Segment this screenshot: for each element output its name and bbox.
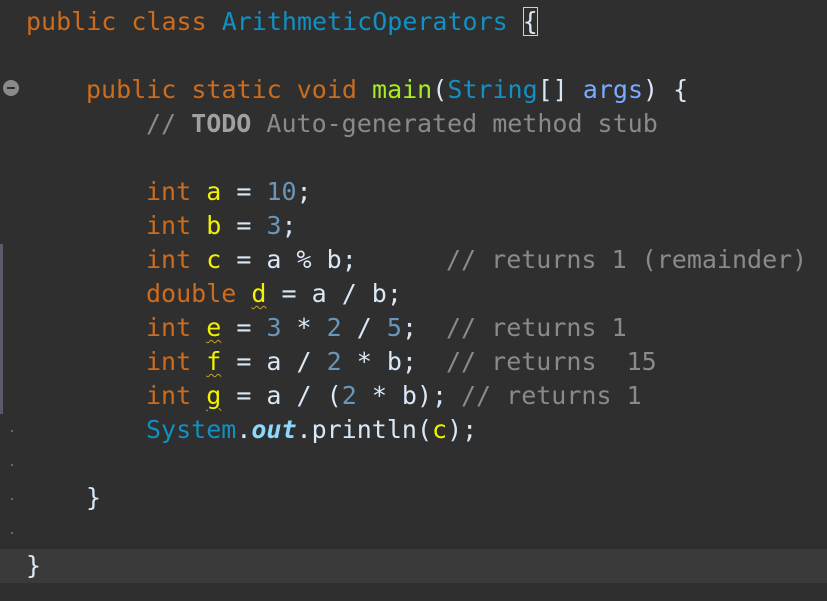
assign-op: =: [221, 177, 267, 206]
semicolon: ;: [281, 211, 297, 240]
open-brace-matched: {: [522, 7, 538, 36]
variable-b: b: [206, 211, 222, 240]
keyword-void: void: [296, 75, 357, 104]
inline-comment: // returns 15: [446, 347, 657, 376]
keyword-class: class: [131, 7, 207, 36]
close-paren-brace: ) {: [643, 75, 689, 104]
close-brace-class: }: [26, 551, 42, 580]
code-line-class-declaration[interactable]: public class ArithmeticOperators {: [0, 5, 827, 39]
keyword-public: public: [26, 7, 117, 36]
semicolon: ;: [296, 177, 312, 206]
code-line-close-method[interactable]: }: [0, 481, 827, 515]
code-line-decl-c[interactable]: int c = a % b; // returns 1 (remainder): [0, 243, 827, 277]
number-literal: 2: [326, 347, 342, 376]
class-system: System: [146, 415, 237, 444]
param-type-string: String: [447, 75, 538, 104]
variable-e-unused-warning[interactable]: e: [206, 313, 221, 342]
code-line-main-declaration[interactable]: public static void main(String[] args) {: [0, 73, 827, 107]
code-line-decl-b[interactable]: int b = 3;: [0, 209, 827, 243]
inline-comment: // returns 1 (remainder): [446, 245, 808, 274]
expression-part: = a /: [221, 347, 327, 376]
method-name-main: main: [372, 75, 433, 104]
semicolon: ;: [401, 313, 417, 342]
inline-comment: // returns 1: [461, 381, 642, 410]
assign-op: =: [221, 211, 267, 240]
type-double: double: [146, 279, 237, 308]
code-line-decl-f[interactable]: int f = a / 2 * b; // returns 15: [0, 345, 827, 379]
method-call-println: .println(: [296, 415, 432, 444]
number-literal: 3: [266, 211, 282, 240]
type-int: int: [146, 313, 192, 342]
expression-part: * b);: [356, 381, 448, 410]
assign-op: =: [221, 313, 267, 342]
todo-tag: TODO: [191, 109, 252, 138]
number-literal: 5: [386, 313, 402, 342]
class-name: ArithmeticOperators: [221, 7, 508, 36]
type-int: int: [146, 177, 192, 206]
code-line-todo-comment[interactable]: // TODO Auto-generated method stub: [0, 107, 827, 141]
variable-a: a: [206, 177, 222, 206]
expression: = a % b;: [221, 245, 357, 274]
keyword-static: static: [191, 75, 282, 104]
array-brackets: []: [537, 75, 568, 104]
static-field-out: out: [251, 415, 297, 444]
close-brace-method: }: [86, 483, 102, 512]
operator: *: [281, 313, 327, 342]
code-line-decl-a[interactable]: int a = 10;: [0, 175, 827, 209]
type-int: int: [146, 211, 192, 240]
comment-text: Auto-generated method stub: [251, 109, 658, 138]
comment-prefix: //: [146, 109, 192, 138]
open-paren: (: [432, 75, 448, 104]
variable-d-unused-warning[interactable]: d: [251, 279, 266, 308]
number-literal: 2: [326, 313, 342, 342]
keyword-public: public: [86, 75, 177, 104]
code-line-decl-g[interactable]: int g = a / (2 * b); // returns 1: [0, 379, 827, 413]
number-literal: 10: [266, 177, 297, 206]
variable-c-ref: c: [432, 415, 448, 444]
call-end: );: [447, 415, 478, 444]
code-line-decl-e[interactable]: int e = 3 * 2 / 5; // returns 1: [0, 311, 827, 345]
dot: .: [236, 415, 252, 444]
variable-g-unused-warning[interactable]: g: [206, 381, 221, 410]
operator: /: [341, 313, 387, 342]
variable-f-unused-warning[interactable]: f: [206, 347, 221, 376]
variable-c: c: [206, 245, 222, 274]
code-line-close-class-current[interactable]: }: [0, 549, 827, 583]
code-editor[interactable]: public class ArithmeticOperators { publi…: [0, 0, 827, 601]
number-literal: 2: [341, 381, 357, 410]
code-line-decl-d[interactable]: double d = a / b;: [0, 277, 827, 311]
type-int: int: [146, 245, 192, 274]
type-int: int: [146, 381, 192, 410]
number-literal: 3: [266, 313, 282, 342]
type-int: int: [146, 347, 192, 376]
expression-part: = a / (: [221, 381, 342, 410]
code-line-println[interactable]: System.out.println(c);: [0, 413, 827, 447]
inline-comment: // returns 1: [446, 313, 627, 342]
expression-part: * b;: [341, 347, 417, 376]
param-name-args: args: [582, 75, 644, 104]
expression: = a / b;: [266, 279, 402, 308]
